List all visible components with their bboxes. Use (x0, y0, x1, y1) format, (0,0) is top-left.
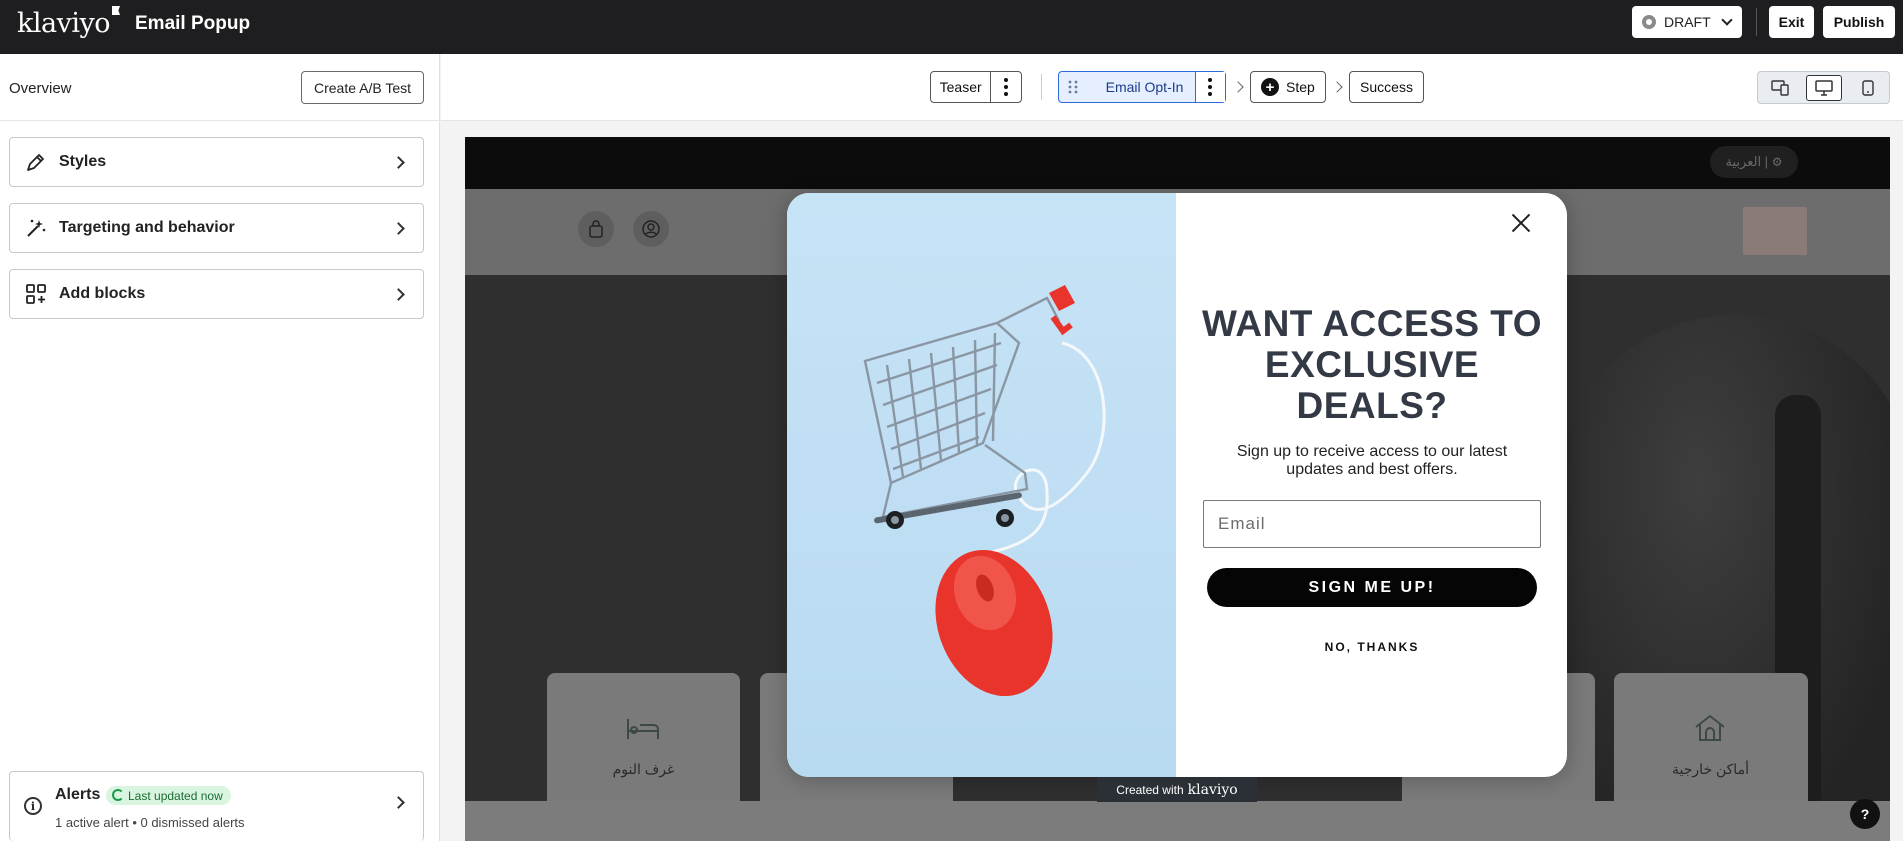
klaviyo-logo: klaviyo (1187, 781, 1238, 798)
add-step-button[interactable]: + Step (1250, 71, 1326, 103)
sidebar-item-label: Styles (59, 153, 107, 170)
create-ab-test-button[interactable]: Create A/B Test (301, 71, 424, 104)
chevron-down-icon (1721, 14, 1733, 26)
chevron-right-icon (392, 287, 405, 301)
category-card[interactable]: غرف النوم (547, 673, 740, 813)
status-dropdown[interactable]: DRAFT (1632, 6, 1742, 38)
kebab-menu-icon[interactable] (990, 72, 1021, 102)
house-icon (1695, 714, 1725, 741)
created-with-badge[interactable]: Created with klaviyo (1097, 777, 1257, 802)
refresh-icon (112, 789, 124, 801)
category-card-outdoor[interactable]: أماكن خارجية (1614, 673, 1807, 813)
kebab-menu-icon[interactable] (1194, 72, 1225, 102)
chevron-right-icon (392, 155, 405, 169)
bed-icon (627, 719, 659, 739)
sidebar-item-targeting[interactable]: Targeting and behavior (9, 203, 424, 253)
divider (1041, 74, 1042, 100)
sidebar-item-label: Targeting and behavior (59, 219, 235, 236)
tab-label: Email Opt-In (1105, 79, 1184, 95)
plus-circle-icon: + (1261, 78, 1279, 96)
overview-label: Overview (9, 80, 72, 97)
tab-label: Success (1360, 79, 1413, 95)
page-title: Email Popup (135, 13, 251, 34)
email-field[interactable] (1203, 500, 1541, 548)
device-preview-toggle (1757, 71, 1890, 104)
status-badge: Last updated now (106, 786, 231, 805)
info-icon: i (24, 797, 42, 815)
help-button[interactable]: ? (1850, 799, 1880, 829)
status-label: DRAFT (1664, 14, 1711, 30)
magic-wand-icon (24, 216, 48, 240)
step-toolbar: Teaser Email Opt-In + Step Success (441, 54, 1903, 121)
no-thanks-link[interactable]: NO, THANKS (1257, 640, 1487, 654)
drag-handle-icon[interactable] (1059, 80, 1086, 94)
chevron-right-icon (1331, 81, 1343, 93)
alerts-summary: 1 active alert • 0 dismissed alerts (55, 815, 245, 830)
popup-subtext: Sign up to receive access to our latest … (1236, 443, 1508, 478)
chevron-right-icon (392, 221, 405, 235)
chevron-right-icon (392, 796, 405, 809)
shopping-cart-image (787, 193, 1176, 777)
desktop-view-icon[interactable] (1806, 75, 1842, 101)
category-label: أماكن خارجية (1672, 761, 1749, 777)
tab-email-opt-in[interactable]: Email Opt-In (1058, 71, 1226, 103)
add-blocks-icon (24, 282, 48, 306)
account-icon[interactable] (633, 211, 669, 247)
sign-up-button[interactable]: SIGN ME UP! (1207, 568, 1537, 607)
draft-status-icon (1642, 15, 1656, 29)
popup-headline: WANT ACCESS TO EXCLUSIVE DEALS? (1201, 303, 1543, 426)
top-bar: klaviyo Email Popup DRAFT Exit Publish (0, 0, 1903, 54)
sidebar-item-label: Add blocks (59, 285, 146, 302)
cart-and-mouse-illustration (863, 285, 1106, 697)
add-step-label: Step (1286, 79, 1315, 95)
close-icon[interactable] (1507, 209, 1535, 237)
cart-bag-icon[interactable] (578, 211, 614, 247)
email-popup: WANT ACCESS TO EXCLUSIVE DEALS? Sign up … (787, 193, 1567, 777)
alerts-panel[interactable]: i Alerts Last updated now 1 active alert… (9, 771, 424, 841)
publish-button[interactable]: Publish (1823, 6, 1895, 38)
site-footer-strip (465, 801, 1890, 841)
language-toggle[interactable]: العربية | ⚙ (1710, 146, 1798, 178)
mobile-view-icon[interactable] (1850, 75, 1886, 101)
tab-success[interactable]: Success (1349, 71, 1424, 103)
chevron-right-icon (1232, 81, 1244, 93)
tab-label: Teaser (939, 79, 982, 95)
site-announcement-bar: العربية | ⚙ (465, 137, 1890, 189)
alerts-title: Alerts (55, 786, 101, 803)
left-sidebar: Overview Create A/B Test Styles Targetin… (0, 54, 440, 841)
category-label: غرف النوم (612, 761, 675, 777)
responsive-view-icon[interactable] (1762, 75, 1798, 101)
klaviyo-logo[interactable]: klaviyo (17, 6, 120, 39)
brush-icon (24, 150, 48, 174)
exit-button[interactable]: Exit (1769, 6, 1814, 38)
divider (1756, 8, 1757, 36)
overview-header: Overview Create A/B Test (0, 54, 440, 121)
sidebar-item-styles[interactable]: Styles (9, 137, 424, 187)
tab-teaser[interactable]: Teaser (930, 71, 1022, 103)
sidebar-item-add-blocks[interactable]: Add blocks (9, 269, 424, 319)
site-logo[interactable] (1743, 207, 1807, 255)
